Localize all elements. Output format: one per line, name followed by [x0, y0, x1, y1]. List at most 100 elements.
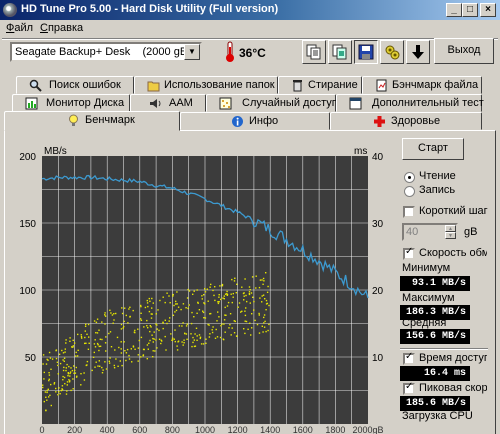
access-time-point	[70, 389, 72, 392]
access-time-point	[265, 330, 267, 333]
access-time-point	[105, 368, 108, 370]
access-time-point	[146, 299, 148, 302]
transfer-rate-checkbox[interactable]	[403, 246, 415, 260]
access-time-point	[108, 362, 111, 364]
step-spinner[interactable]: 40 ▲ ▼	[402, 223, 458, 241]
spinner-buttons[interactable]: ▲ ▼	[445, 225, 456, 239]
access-time-point	[74, 369, 76, 372]
tab-benchmark[interactable]: Бенчмарк	[4, 111, 180, 131]
access-time-point	[132, 346, 135, 348]
access-time-point	[174, 340, 176, 343]
access-time-point	[234, 277, 236, 279]
access-time-point	[230, 334, 232, 336]
access-time-point	[120, 328, 123, 330]
access-time-point	[153, 331, 155, 333]
access-time-point	[73, 372, 75, 374]
access-time-point	[156, 324, 158, 326]
access-time-point	[65, 339, 67, 341]
access-time-point	[161, 340, 163, 342]
access-time-point	[58, 387, 60, 389]
x-tick-label: 400	[100, 425, 115, 434]
access-time-point	[122, 327, 124, 329]
access-time-point	[233, 332, 236, 334]
access-time-point	[223, 338, 225, 341]
access-time-point	[162, 322, 164, 324]
access-time-point	[69, 337, 71, 339]
access-time-point	[62, 352, 65, 354]
access-time-point	[266, 291, 269, 293]
access-time-point	[105, 336, 107, 338]
access-time-point	[149, 339, 151, 342]
access-time-point	[164, 301, 166, 304]
access-time-point	[65, 369, 67, 372]
access-time-point	[262, 277, 265, 280]
access-time-point	[248, 286, 251, 288]
access-time-point	[72, 378, 74, 380]
access-time-point	[95, 361, 97, 363]
write-radio[interactable]	[404, 186, 415, 197]
access-time-point	[162, 327, 164, 330]
access-time-point	[226, 293, 228, 295]
access-time-point	[53, 382, 56, 384]
access-time-point	[196, 335, 198, 337]
access-time-point	[224, 314, 226, 316]
access-time-point	[205, 342, 207, 344]
access-time-point	[198, 334, 201, 336]
access-time-point	[146, 325, 148, 327]
access-time-point	[165, 349, 167, 351]
access-time-point	[50, 368, 52, 370]
y-right-unit: ms	[354, 146, 367, 157]
access-time-point	[170, 333, 172, 335]
access-time-point	[235, 335, 238, 337]
access-time-point	[125, 314, 127, 317]
access-time-point	[175, 309, 178, 312]
access-time-point	[98, 345, 100, 348]
access-time-point	[113, 319, 115, 321]
x-tick-label: 0	[39, 425, 44, 434]
access-time-point	[96, 318, 99, 320]
access-time-point	[49, 357, 52, 359]
access-time-point	[231, 278, 233, 281]
access-time-point	[68, 379, 70, 381]
access-time-point	[115, 358, 117, 360]
spin-down-icon[interactable]: ▼	[445, 232, 456, 239]
access-time-point	[114, 349, 116, 351]
access-time-point	[99, 345, 102, 347]
access-time-point	[152, 356, 154, 358]
access-time-point	[113, 364, 115, 367]
access-time-point	[120, 348, 122, 350]
start-button[interactable]: Старт	[402, 138, 464, 160]
access-time-point	[75, 355, 77, 357]
access-time-point	[63, 357, 66, 359]
access-time-point	[99, 338, 101, 340]
access-time-point	[70, 367, 72, 369]
access-time-point	[215, 328, 217, 331]
read-radio[interactable]	[404, 172, 415, 183]
x-tick-label: 600	[132, 425, 147, 434]
access-time-point	[263, 314, 266, 316]
y-left-tick-label: 100	[19, 286, 36, 297]
access-time-point	[125, 352, 128, 354]
access-time-point	[204, 288, 206, 290]
access-time-point	[101, 372, 104, 374]
access-time-point	[147, 327, 149, 329]
access-time-point	[102, 369, 104, 371]
access-time-point	[216, 320, 218, 322]
access-time-point	[193, 339, 195, 341]
access-time-point	[55, 349, 57, 352]
access-time-point	[137, 328, 139, 330]
short-step-checkbox[interactable]	[403, 206, 415, 218]
access-time-point	[221, 323, 223, 325]
access-time-point	[152, 341, 154, 343]
access-time-point	[123, 341, 125, 343]
access-time-checkbox[interactable]	[403, 351, 415, 365]
access-time-point	[61, 389, 64, 391]
access-time-point	[204, 303, 206, 305]
access-time-point	[72, 339, 74, 341]
access-time-point	[259, 297, 261, 299]
access-time-point	[109, 357, 111, 359]
spin-up-icon[interactable]: ▲	[445, 225, 456, 232]
access-time-point	[66, 381, 69, 383]
burst-rate-checkbox[interactable]	[403, 381, 415, 395]
access-time-point	[187, 288, 189, 291]
